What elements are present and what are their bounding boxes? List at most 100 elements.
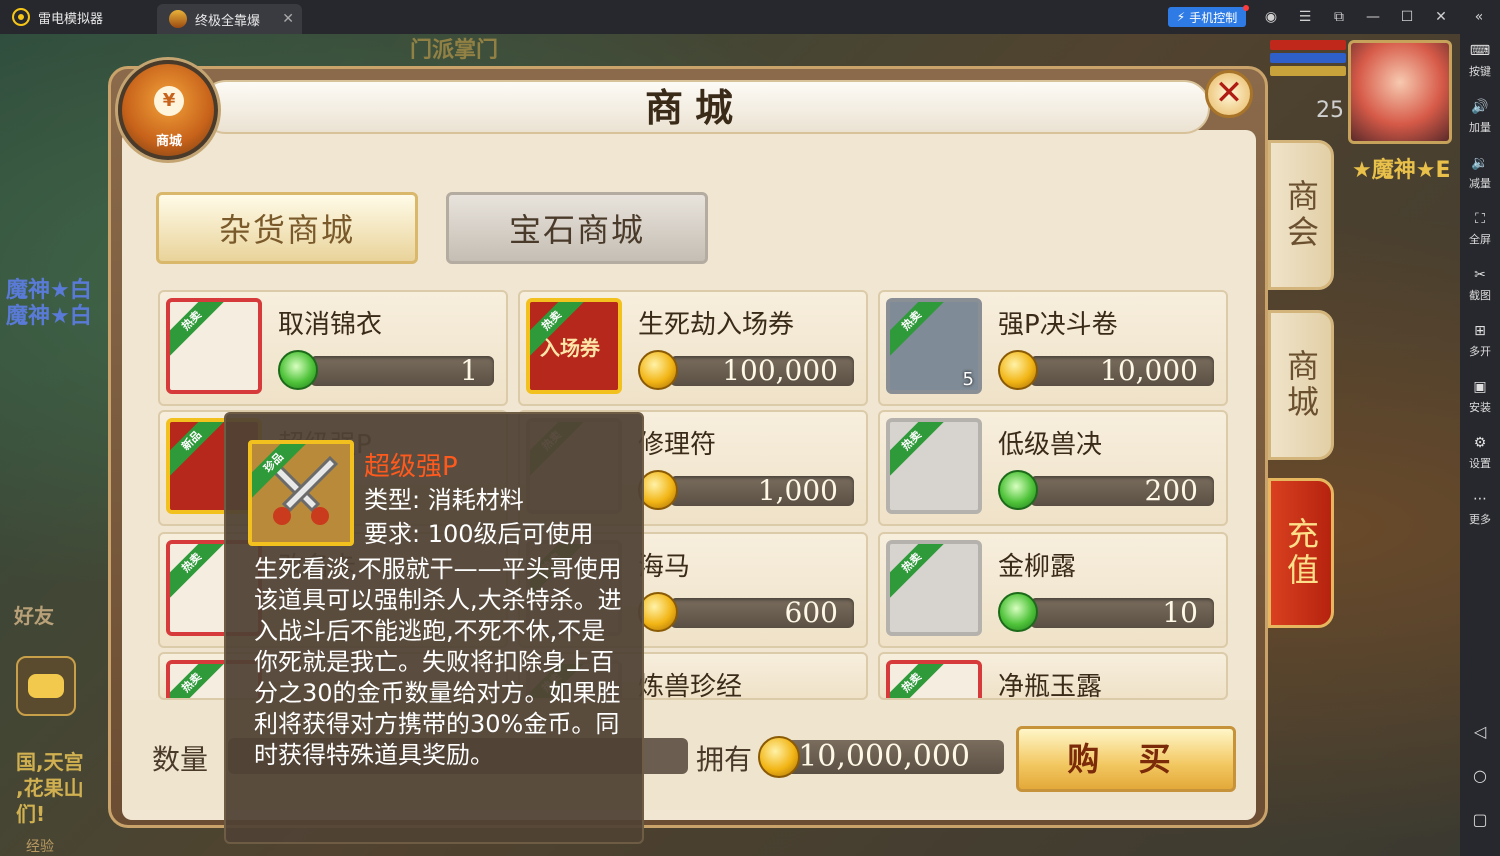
product-thumbnail: 热卖 [166, 298, 262, 394]
product-card[interactable]: 热卖 低级兽决 200 [878, 410, 1228, 526]
restore-icon[interactable]: ⧉ [1328, 6, 1350, 28]
tooltip-item-requirement: 要求: 100级后可使用 [364, 520, 594, 548]
owned-gold-value: 10,000,000 [798, 739, 970, 774]
tab-gem-store[interactable]: 宝石商城 [446, 192, 708, 264]
product-tag-ribbon: 热卖 [890, 422, 948, 480]
player-portrait[interactable] [1348, 40, 1452, 144]
chat-line-2: ,花果山 [16, 776, 84, 800]
player-level: 25 [1316, 98, 1344, 123]
tooltip-item-description: 生死看淡,不服就干——平头哥使用该道具可以强制杀人,大杀特杀。进入战斗后不能逃跑… [254, 555, 622, 769]
sidebar-item-3[interactable]: ⛶ 全屏 [1460, 210, 1500, 247]
back-icon[interactable]: ◁ [1460, 722, 1500, 741]
sidebar-item-label: 全屏 [1469, 233, 1491, 246]
hp-bar [1270, 40, 1346, 50]
product-name: 低级兽决 [998, 430, 1103, 460]
sidebar-item-label: 安装 [1469, 401, 1491, 414]
product-card[interactable]: 热卖 5 强P决斗卷 10,000 [878, 290, 1228, 406]
sidebar-item-6[interactable]: ▣ 安装 [1460, 378, 1500, 415]
price-bar: 200 [1030, 476, 1214, 506]
product-tag: 新品 [170, 422, 227, 476]
product-card[interactable]: 热卖 取消锦衣 1 [158, 290, 508, 406]
jade-currency-icon [998, 470, 1038, 510]
product-name: 金柳露 [998, 552, 1077, 582]
product-card[interactable]: 热卖 金柳露 10 [878, 532, 1228, 648]
product-name: 修理符 [638, 430, 717, 460]
close-shop-button[interactable]: ✕ [1205, 70, 1253, 118]
minimize-icon[interactable]: — [1362, 6, 1384, 28]
chat-button[interactable] [16, 656, 76, 716]
game-window-tab[interactable]: 终极全靠爆 ✕ [157, 4, 302, 34]
menu-icon[interactable]: ☰ [1294, 6, 1316, 28]
chat-line-3: 们! [16, 802, 46, 826]
product-price: 100,000 [722, 354, 838, 387]
status-bars [1270, 40, 1346, 90]
close-window-icon[interactable]: ✕ [1430, 6, 1452, 28]
tab-general-store[interactable]: 杂货商城 [156, 192, 418, 264]
product-price: 1 [460, 354, 478, 387]
product-card[interactable]: 热卖 入场券 生死劫入场券 100,000 [518, 290, 868, 406]
product-thumbnail: 热卖 [886, 660, 982, 698]
sidebar-item-label: 多开 [1469, 345, 1491, 358]
recent-apps-icon[interactable]: ▢ [1460, 810, 1500, 829]
product-tag-ribbon: 热卖 [890, 544, 948, 602]
sidebar-item-2[interactable]: 🔉 减量 [1460, 154, 1500, 191]
multi-instance-icon: ⊞ [1474, 323, 1486, 339]
product-tag-ribbon: 热卖 [890, 302, 948, 360]
phone-control-button[interactable]: ⚡ 手机控制 [1168, 7, 1246, 27]
product-tag: 热卖 [170, 302, 227, 356]
close-tab-icon[interactable]: ✕ [282, 11, 294, 27]
sidebar-item-5[interactable]: ⊞ 多开 [1460, 322, 1500, 359]
background-banner: 门派掌门 [410, 38, 499, 63]
product-thumbnail: 热卖 [886, 540, 982, 636]
side-tab-mall[interactable]: 商城 [1268, 310, 1334, 460]
home-icon[interactable]: ○ [1460, 766, 1500, 785]
friend-label[interactable]: 好友 [14, 600, 54, 629]
product-price: 10,000 [1100, 354, 1198, 387]
tooltip-tag-ribbon: 珍品 [252, 444, 310, 502]
more-icon: ⋯ [1473, 491, 1487, 507]
collapse-sidebar-icon[interactable]: « [1468, 6, 1490, 28]
product-name: 海马 [638, 552, 691, 582]
quantity-label: 数量 [152, 743, 209, 776]
product-price: 600 [784, 596, 838, 629]
sidebar-item-label: 按键 [1469, 65, 1491, 78]
player-name: ★魔神★E [1352, 158, 1451, 183]
product-tag-ribbon: 热卖 [170, 544, 228, 602]
account-icon[interactable]: ◉ [1260, 6, 1282, 28]
sidebar-item-0[interactable]: ⌨ 按键 [1460, 42, 1500, 79]
product-thumbnail: 热卖 [886, 418, 982, 514]
shop-title: 商城 [644, 86, 745, 130]
product-card[interactable]: 热卖 净瓶玉露 [878, 652, 1228, 700]
buy-button[interactable]: 购 买 [1016, 726, 1236, 792]
sidebar-item-7[interactable]: ⚙ 设置 [1460, 434, 1500, 471]
gold-coin-icon [758, 736, 800, 778]
bg-player-name-2: 魔神★白 [6, 304, 92, 329]
game-logo-icon [169, 10, 187, 28]
keyboard-icon: ⌨ [1469, 43, 1491, 59]
price-bar: 10,000 [1030, 356, 1214, 386]
game-tab-title: 终极全靠爆 [195, 13, 261, 29]
sidebar-item-1[interactable]: 🔊 加量 [1460, 98, 1500, 135]
product-tag: 热卖 [170, 664, 227, 698]
side-tab-guild[interactable]: 商会 [1268, 140, 1334, 290]
tooltip-item-name: 超级强P [364, 452, 458, 482]
tooltip-tag: 珍品 [252, 444, 309, 498]
money-bag-icon: ¥ [154, 86, 184, 116]
sidebar-item-4[interactable]: ✂ 截图 [1460, 266, 1500, 303]
price-bar: 600 [670, 598, 854, 628]
emulator-app-tab[interactable]: 雷电模拟器 [0, 0, 155, 34]
price-bar: 1,000 [670, 476, 854, 506]
product-tag: 热卖 [890, 664, 947, 698]
apk-icon: ▣ [1473, 379, 1487, 395]
product-name: 取消锦衣 [278, 310, 383, 340]
product-tag: 热卖 [890, 302, 947, 356]
sidebar-item-8[interactable]: ⋯ 更多 [1460, 490, 1500, 527]
side-tab-recharge[interactable]: 充值 [1268, 478, 1334, 628]
maximize-icon[interactable]: ☐ [1396, 6, 1418, 28]
sidebar-item-label: 加量 [1469, 121, 1491, 134]
product-name: 净瓶玉露 [998, 672, 1103, 700]
gold-coin-icon [638, 592, 678, 632]
product-name: 生死劫入场券 [638, 310, 795, 340]
product-price: 200 [1144, 474, 1198, 507]
product-tag-ribbon: 热卖 [170, 664, 228, 698]
